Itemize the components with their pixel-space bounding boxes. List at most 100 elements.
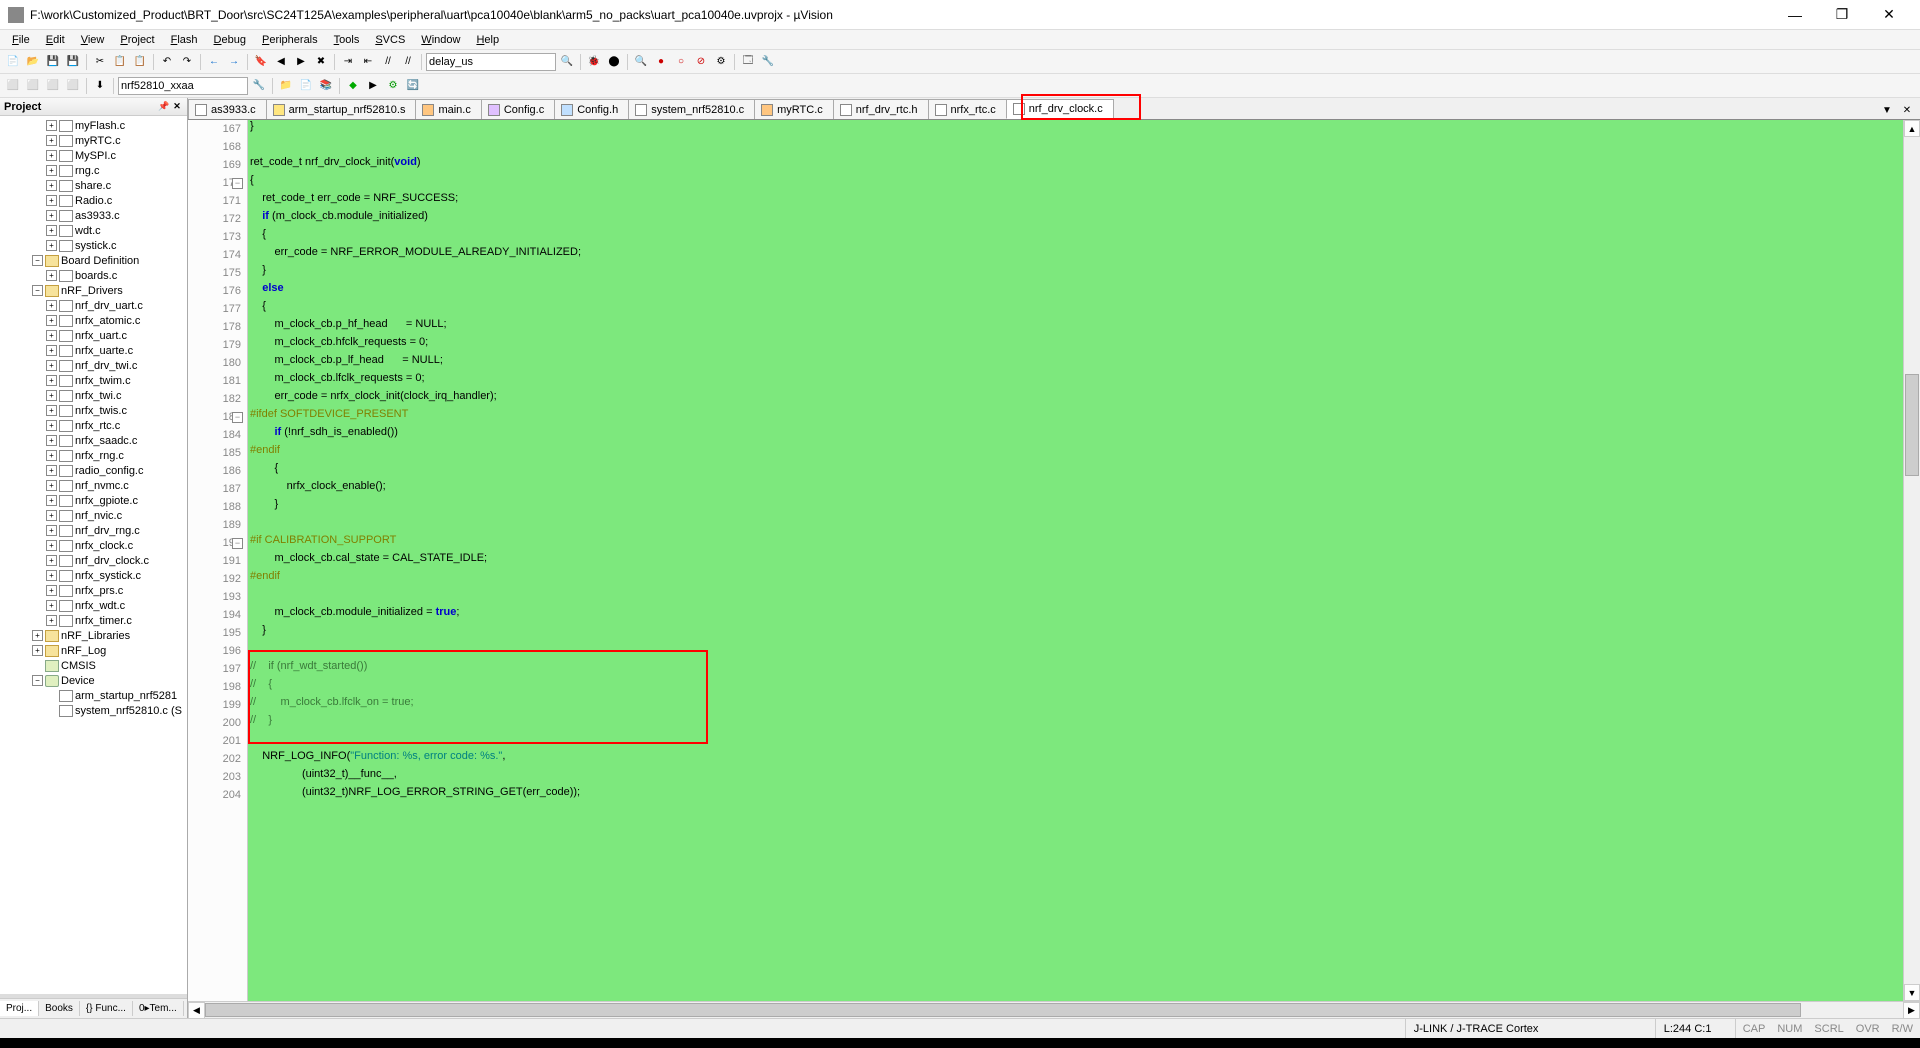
tree-item[interactable]: +rng.c: [0, 163, 187, 178]
expand-icon[interactable]: +: [46, 450, 57, 461]
translate-icon[interactable]: ⬜: [4, 77, 22, 95]
scroll-thumb-v[interactable]: [1905, 374, 1919, 476]
tree-item[interactable]: CMSIS: [0, 658, 187, 673]
tree-item[interactable]: +nrf_drv_rng.c: [0, 523, 187, 538]
panel-tab[interactable]: 0▸Tem...: [133, 1001, 184, 1016]
editor-tab[interactable]: arm_startup_nrf52810.s: [266, 99, 417, 119]
scrollbar-vertical[interactable]: ▲ ▼: [1903, 120, 1920, 1001]
code-editor[interactable]: 167168169170−171172173174175176177178179…: [188, 120, 1920, 1001]
manage-icon[interactable]: 📁: [277, 77, 295, 95]
expand-icon[interactable]: +: [46, 600, 57, 611]
save-icon[interactable]: 💾: [44, 53, 62, 71]
config-icon[interactable]: ⚙: [712, 53, 730, 71]
code-line[interactable]: {: [248, 300, 1903, 318]
editor-tab[interactable]: nrf_drv_rtc.h: [833, 99, 929, 119]
undo-icon[interactable]: ↶: [158, 53, 176, 71]
cut-icon[interactable]: ✂: [91, 53, 109, 71]
expand-icon[interactable]: +: [46, 225, 57, 236]
menu-debug[interactable]: Debug: [206, 32, 254, 48]
target-combo[interactable]: [118, 77, 248, 95]
arrow-icon[interactable]: ▶: [364, 77, 382, 95]
expand-icon[interactable]: +: [46, 270, 57, 281]
code-line[interactable]: // {: [248, 678, 1903, 696]
expand-icon[interactable]: +: [46, 525, 57, 536]
kill-icon[interactable]: ⊘: [692, 53, 710, 71]
expand-icon[interactable]: +: [46, 180, 57, 191]
redo-icon[interactable]: ↷: [178, 53, 196, 71]
code-line[interactable]: m_clock_cb.module_initialized = true;: [248, 606, 1903, 624]
window-icon[interactable]: 🗔: [739, 53, 757, 71]
zoom-icon[interactable]: 🔍: [632, 53, 650, 71]
code-line[interactable]: // }: [248, 714, 1903, 732]
open-icon[interactable]: 📂: [24, 53, 42, 71]
menu-flash[interactable]: Flash: [163, 32, 206, 48]
tree-item[interactable]: +myRTC.c: [0, 133, 187, 148]
tree-item[interactable]: −Board Definition: [0, 253, 187, 268]
code-line[interactable]: ret_code_t nrf_drv_clock_init(void): [248, 156, 1903, 174]
tree-item[interactable]: +share.c: [0, 178, 187, 193]
tree-item[interactable]: +nrfx_wdt.c: [0, 598, 187, 613]
panel-tab[interactable]: {} Func...: [80, 1001, 133, 1016]
stop-icon[interactable]: ○: [672, 53, 690, 71]
tree-item[interactable]: −nRF_Drivers: [0, 283, 187, 298]
editor-tab[interactable]: nrfx_rtc.c: [928, 99, 1007, 119]
expand-icon[interactable]: +: [46, 210, 57, 221]
expand-icon[interactable]: +: [46, 375, 57, 386]
tree-item[interactable]: +nRF_Log: [0, 643, 187, 658]
expand-icon[interactable]: +: [46, 540, 57, 551]
menu-project[interactable]: Project: [112, 32, 162, 48]
tree-item[interactable]: +nrfx_uart.c: [0, 328, 187, 343]
menu-view[interactable]: View: [73, 32, 113, 48]
expand-icon[interactable]: +: [46, 585, 57, 596]
books-icon[interactable]: 📚: [317, 77, 335, 95]
close-button[interactable]: ✕: [1866, 1, 1912, 29]
tree-item[interactable]: +nrf_nvmc.c: [0, 478, 187, 493]
panel-close-icon[interactable]: ✕: [171, 101, 183, 113]
code-line[interactable]: err_code = NRF_ERROR_MODULE_ALREADY_INIT…: [248, 246, 1903, 264]
code-line[interactable]: #if CALIBRATION_SUPPORT: [248, 534, 1903, 552]
code-line[interactable]: m_clock_cb.p_hf_head = NULL;: [248, 318, 1903, 336]
file-ext-icon[interactable]: 📄: [297, 77, 315, 95]
code-line[interactable]: }: [248, 264, 1903, 282]
tree-item[interactable]: +nRF_Libraries: [0, 628, 187, 643]
code-body[interactable]: }ret_code_t nrf_drv_clock_init(void){ re…: [248, 120, 1903, 1001]
tree-item[interactable]: +nrf_nvic.c: [0, 508, 187, 523]
tree-item[interactable]: +nrf_drv_clock.c: [0, 553, 187, 568]
minimize-button[interactable]: —: [1772, 1, 1818, 29]
target-options-icon[interactable]: 🔧: [250, 77, 268, 95]
outdent-icon[interactable]: ⇤: [359, 53, 377, 71]
code-line[interactable]: m_clock_cb.p_lf_head = NULL;: [248, 354, 1903, 372]
save-all-icon[interactable]: 💾: [64, 53, 82, 71]
tree-item[interactable]: +nrfx_twim.c: [0, 373, 187, 388]
editor-tab[interactable]: myRTC.c: [754, 99, 834, 119]
code-line[interactable]: m_clock_cb.lfclk_requests = 0;: [248, 372, 1903, 390]
code-line[interactable]: NRF_LOG_INFO("Function: %s, error code: …: [248, 750, 1903, 768]
run-red-icon[interactable]: ●: [652, 53, 670, 71]
panel-tab[interactable]: Books: [39, 1001, 80, 1016]
code-line[interactable]: (uint32_t)__func__,: [248, 768, 1903, 786]
menu-peripherals[interactable]: Peripherals: [254, 32, 326, 48]
maximize-button[interactable]: ❐: [1819, 1, 1865, 29]
tree-item[interactable]: +nrfx_clock.c: [0, 538, 187, 553]
fold-minus-icon[interactable]: −: [232, 178, 243, 189]
expand-icon[interactable]: +: [46, 420, 57, 431]
tree-item[interactable]: arm_startup_nrf5281: [0, 688, 187, 703]
editor-tab[interactable]: as3933.c: [188, 99, 267, 119]
nav-fwd-icon[interactable]: →: [225, 53, 243, 71]
menu-file[interactable]: File: [4, 32, 38, 48]
new-file-icon[interactable]: 📄: [4, 53, 22, 71]
paste-icon[interactable]: 📋: [131, 53, 149, 71]
tree-item[interactable]: +nrfx_atomic.c: [0, 313, 187, 328]
bookmark-next-icon[interactable]: ▶: [292, 53, 310, 71]
expand-icon[interactable]: +: [46, 495, 57, 506]
menu-help[interactable]: Help: [468, 32, 507, 48]
code-line[interactable]: err_code = nrfx_clock_init(clock_irq_han…: [248, 390, 1903, 408]
expand-icon[interactable]: +: [46, 465, 57, 476]
tree-item[interactable]: +nrfx_rtc.c: [0, 418, 187, 433]
code-line[interactable]: }: [248, 120, 1903, 138]
scroll-right-icon[interactable]: ▶: [1903, 1002, 1920, 1019]
menu-edit[interactable]: Edit: [38, 32, 73, 48]
tree-item[interactable]: +nrfx_twis.c: [0, 403, 187, 418]
code-line[interactable]: [248, 516, 1903, 534]
code-line[interactable]: m_clock_cb.cal_state = CAL_STATE_IDLE;: [248, 552, 1903, 570]
